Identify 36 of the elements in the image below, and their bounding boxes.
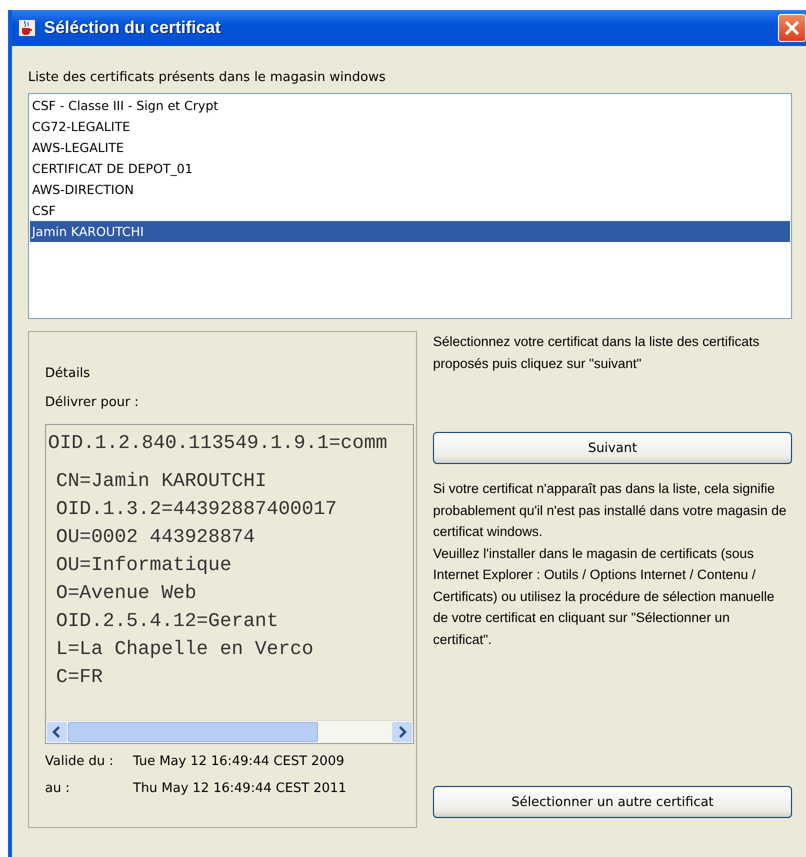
help-text: Si votre certificat n'apparaît pas dans la liste, cela signifie probablement qu'il n'est pas installé dans votre magasin de certificat windows. [433,480,788,541]
next-button[interactable]: Suivant [433,432,792,464]
details-title: Détails [45,366,92,381]
certificate-item[interactable]: CERTIFICAT DE DEPOT_01 [30,158,790,179]
subject-text-area[interactable]: OID.1.2.840.113549.1.9.1=comm CN=Jamin KAROUTCHI OID.1.3.2=44392887400017 OU=0002 443928874 OU=Informatique O=Avenue Web OID.2.5.4.12=Gerant L=La Chapelle en Verco C=FR [45,424,414,744]
certificate-item[interactable]: AWS-LEGALITE [30,137,790,158]
subject-line: OU=Informatique [55,553,233,578]
certificate-item[interactable]: AWS-DIRECTION [30,179,790,200]
issued-for-label: Délivrer pour : [45,395,140,410]
valid-from-label: Valide du : [45,754,114,769]
window-title: Séléction du certificat [44,18,222,38]
certificate-item[interactable]: CSF - Classe III - Sign et Crypt [30,95,790,116]
subject-line: OID.1.2.840.113549.1.9.1=comm [48,431,388,456]
select-other-button[interactable]: Sélectionner un autre certificat [433,786,792,818]
subject-line: O=Avenue Web [55,581,198,606]
valid-to-label: au : [45,781,71,796]
subject-line: OID.2.5.4.12=Gerant [55,609,280,634]
valid-from-date: Tue May 12 16:49:44 CEST 2009 [133,754,346,769]
subject-line: L=La Chapelle en Verco [55,637,314,662]
subject-line: OID.1.3.2=44392887400017 [55,497,338,522]
certificate-item[interactable]: CG72-LEGALITE [30,116,790,137]
horizontal-scrollbar[interactable] [46,720,413,743]
scroll-thumb[interactable] [68,722,318,742]
close-icon[interactable] [778,14,806,42]
subject-line: CN=Jamin KAROUTCHI [55,469,268,494]
certificate-item[interactable]: Jamin KAROUTCHI [30,221,790,242]
certificate-item[interactable]: CSF [30,200,790,221]
list-label: Liste des certificats présents dans le magasin windows [28,70,387,85]
subject-line: C=FR [55,665,104,690]
instruction-text: Sélectionnez votre certificat dans la liste des certificats proposés puis cliquez sur "suivant" [433,333,760,373]
scroll-left-icon[interactable] [47,722,67,742]
help-text: Veuillez l'installer dans le magasin de certificats (sous Internet Explorer : Outils / Options Internet / Contenu / Certificats) ou utilisez la procédure de sélection manuelle de votre certificat en cliquant sur "Sélectionner un certificat". [433,544,776,648]
coffee-cup-icon [18,19,36,37]
scroll-right-icon[interactable] [392,722,412,742]
subject-line: OU=0002 443928874 [55,525,256,550]
valid-to-date: Thu May 12 16:49:44 CEST 2011 [133,781,348,796]
